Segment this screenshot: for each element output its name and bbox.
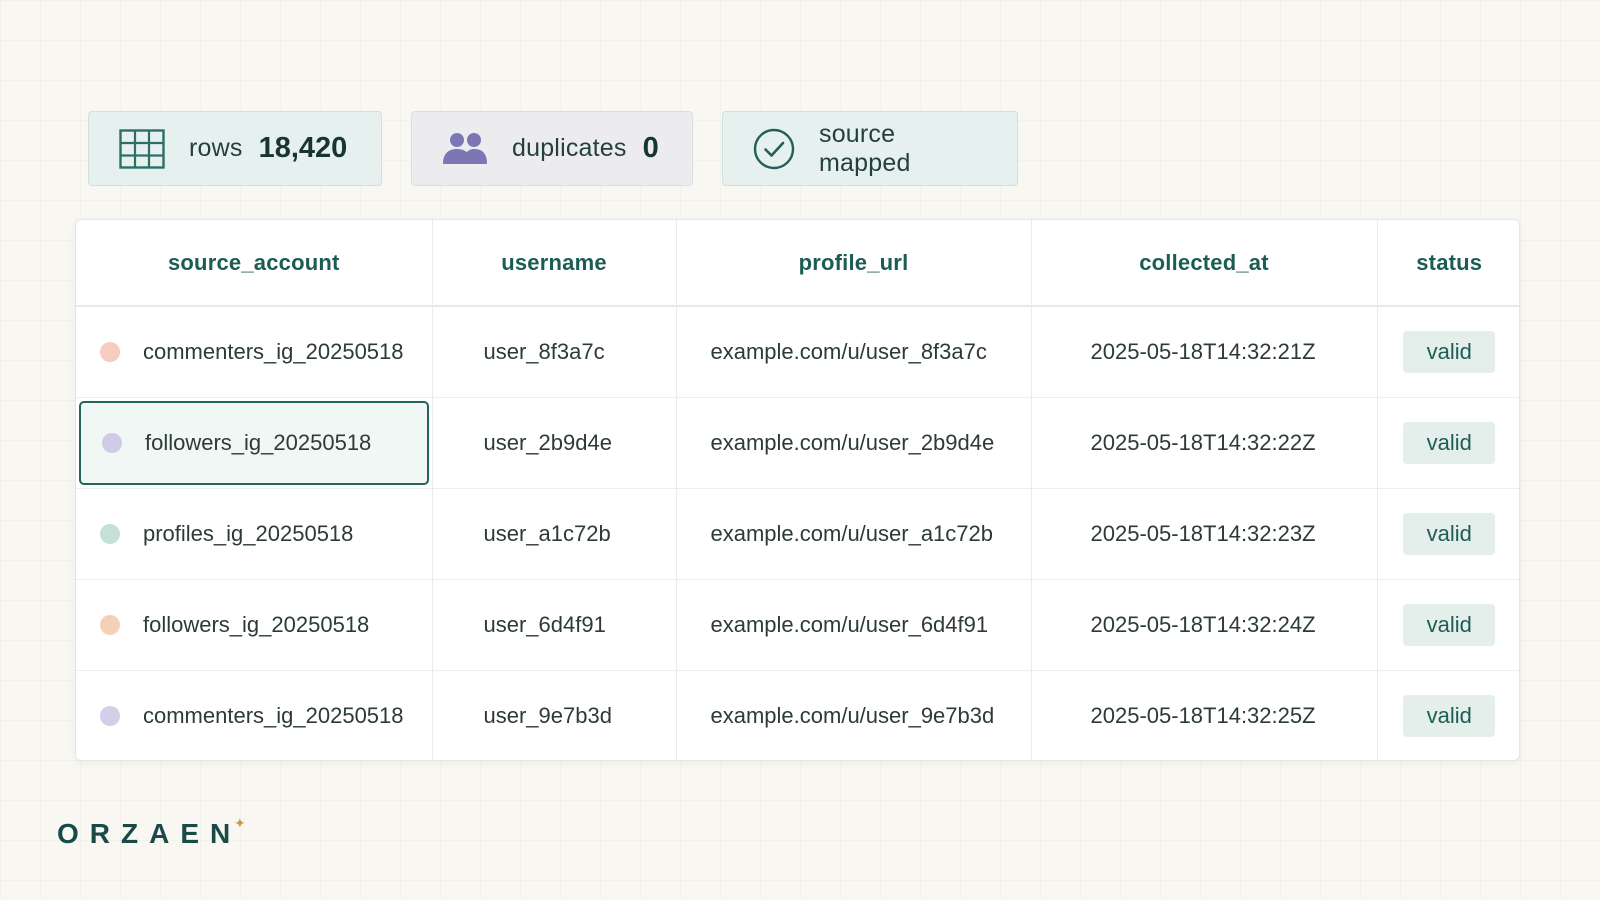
profile-url-cell[interactable]: example.com/u/user_6d4f91: [676, 579, 1032, 671]
source-account-cell[interactable]: commenters_ig_20250518: [76, 670, 433, 760]
rows-label: rows: [189, 134, 243, 162]
source-mapped-card: source mapped: [722, 111, 1018, 186]
status-cell[interactable]: valid: [1377, 397, 1519, 489]
profile-url-cell[interactable]: example.com/u/user_a1c72b: [676, 488, 1032, 580]
source-color-dot: [100, 523, 120, 544]
source-account-cell-selected[interactable]: followers_ig_20250518: [76, 397, 433, 489]
status-badge: valid: [1403, 603, 1496, 646]
table-row[interactable]: profiles_ig_20250518 user_a1c72b example…: [76, 488, 1519, 580]
username-cell[interactable]: user_9e7b3d: [432, 670, 677, 760]
column-header-profile-url[interactable]: profile_url: [676, 220, 1032, 307]
source-account-text: commenters_ig_20250518: [143, 702, 404, 728]
status-badge: valid: [1403, 512, 1496, 555]
source-account-cell[interactable]: commenters_ig_20250518: [76, 306, 433, 398]
table-header-row: source_account username profile_url coll…: [76, 220, 1519, 307]
users-icon: [442, 132, 488, 166]
status-cell[interactable]: valid: [1377, 306, 1519, 398]
username-cell[interactable]: user_8f3a7c: [432, 306, 677, 398]
collected-at-cell[interactable]: 2025-05-18T14:32:23Z: [1031, 488, 1378, 580]
duplicates-stat-card: duplicates 0: [411, 111, 693, 186]
status-badge: valid: [1403, 694, 1496, 737]
source-account-text: followers_ig_20250518: [143, 611, 370, 637]
profile-url-cell[interactable]: example.com/u/user_9e7b3d: [676, 670, 1032, 760]
column-header-status[interactable]: status: [1377, 220, 1519, 307]
status-badge: valid: [1403, 330, 1496, 373]
table-row[interactable]: followers_ig_20250518 user_2b9d4e exampl…: [76, 397, 1519, 489]
status-cell[interactable]: valid: [1377, 670, 1519, 760]
source-account-text: profiles_ig_20250518: [143, 520, 354, 546]
source-account-cell[interactable]: profiles_ig_20250518: [76, 488, 433, 580]
collected-at-cell[interactable]: 2025-05-18T14:32:25Z: [1031, 670, 1378, 760]
status-badge: valid: [1403, 421, 1496, 464]
table-row[interactable]: commenters_ig_20250518 user_9e7b3d examp…: [76, 670, 1519, 760]
table-row[interactable]: commenters_ig_20250518 user_8f3a7c examp…: [76, 306, 1519, 398]
column-header-username[interactable]: username: [432, 220, 677, 307]
brand-logo: ORZAEN: [57, 818, 242, 849]
collected-at-cell[interactable]: 2025-05-18T14:32:24Z: [1031, 579, 1378, 671]
source-account-text: followers_ig_20250518: [145, 429, 372, 455]
collected-at-cell[interactable]: 2025-05-18T14:32:22Z: [1031, 397, 1378, 489]
status-cell[interactable]: valid: [1377, 579, 1519, 671]
sparkle-icon: ✦: [234, 815, 246, 831]
column-header-source-account[interactable]: source_account: [76, 220, 433, 307]
source-color-dot: [100, 341, 120, 362]
duplicates-label: duplicates: [512, 134, 627, 162]
check-circle-icon: [753, 128, 795, 170]
username-cell[interactable]: user_6d4f91: [432, 579, 677, 671]
source-color-dot: [102, 432, 122, 453]
collected-at-cell[interactable]: 2025-05-18T14:32:21Z: [1031, 306, 1378, 398]
duplicates-value: 0: [642, 132, 659, 164]
username-cell[interactable]: user_a1c72b: [432, 488, 677, 580]
data-table: source_account username profile_url coll…: [75, 219, 1520, 761]
source-account-text: commenters_ig_20250518: [143, 338, 404, 364]
column-header-collected-at[interactable]: collected_at: [1031, 220, 1378, 307]
profile-url-cell[interactable]: example.com/u/user_8f3a7c: [676, 306, 1032, 398]
status-cell[interactable]: valid: [1377, 488, 1519, 580]
source-mapped-label: source mapped: [819, 119, 911, 177]
rows-stat-card: rows 18,420: [88, 111, 382, 186]
source-account-cell[interactable]: followers_ig_20250518: [76, 579, 433, 671]
table-row[interactable]: followers_ig_20250518 user_6d4f91 exampl…: [76, 579, 1519, 671]
table-grid-icon: [119, 128, 165, 169]
source-color-dot: [100, 705, 120, 726]
rows-value: 18,420: [258, 132, 348, 164]
source-color-dot: [100, 614, 120, 635]
profile-url-cell[interactable]: example.com/u/user_2b9d4e: [676, 397, 1032, 489]
username-cell[interactable]: user_2b9d4e: [432, 397, 677, 489]
